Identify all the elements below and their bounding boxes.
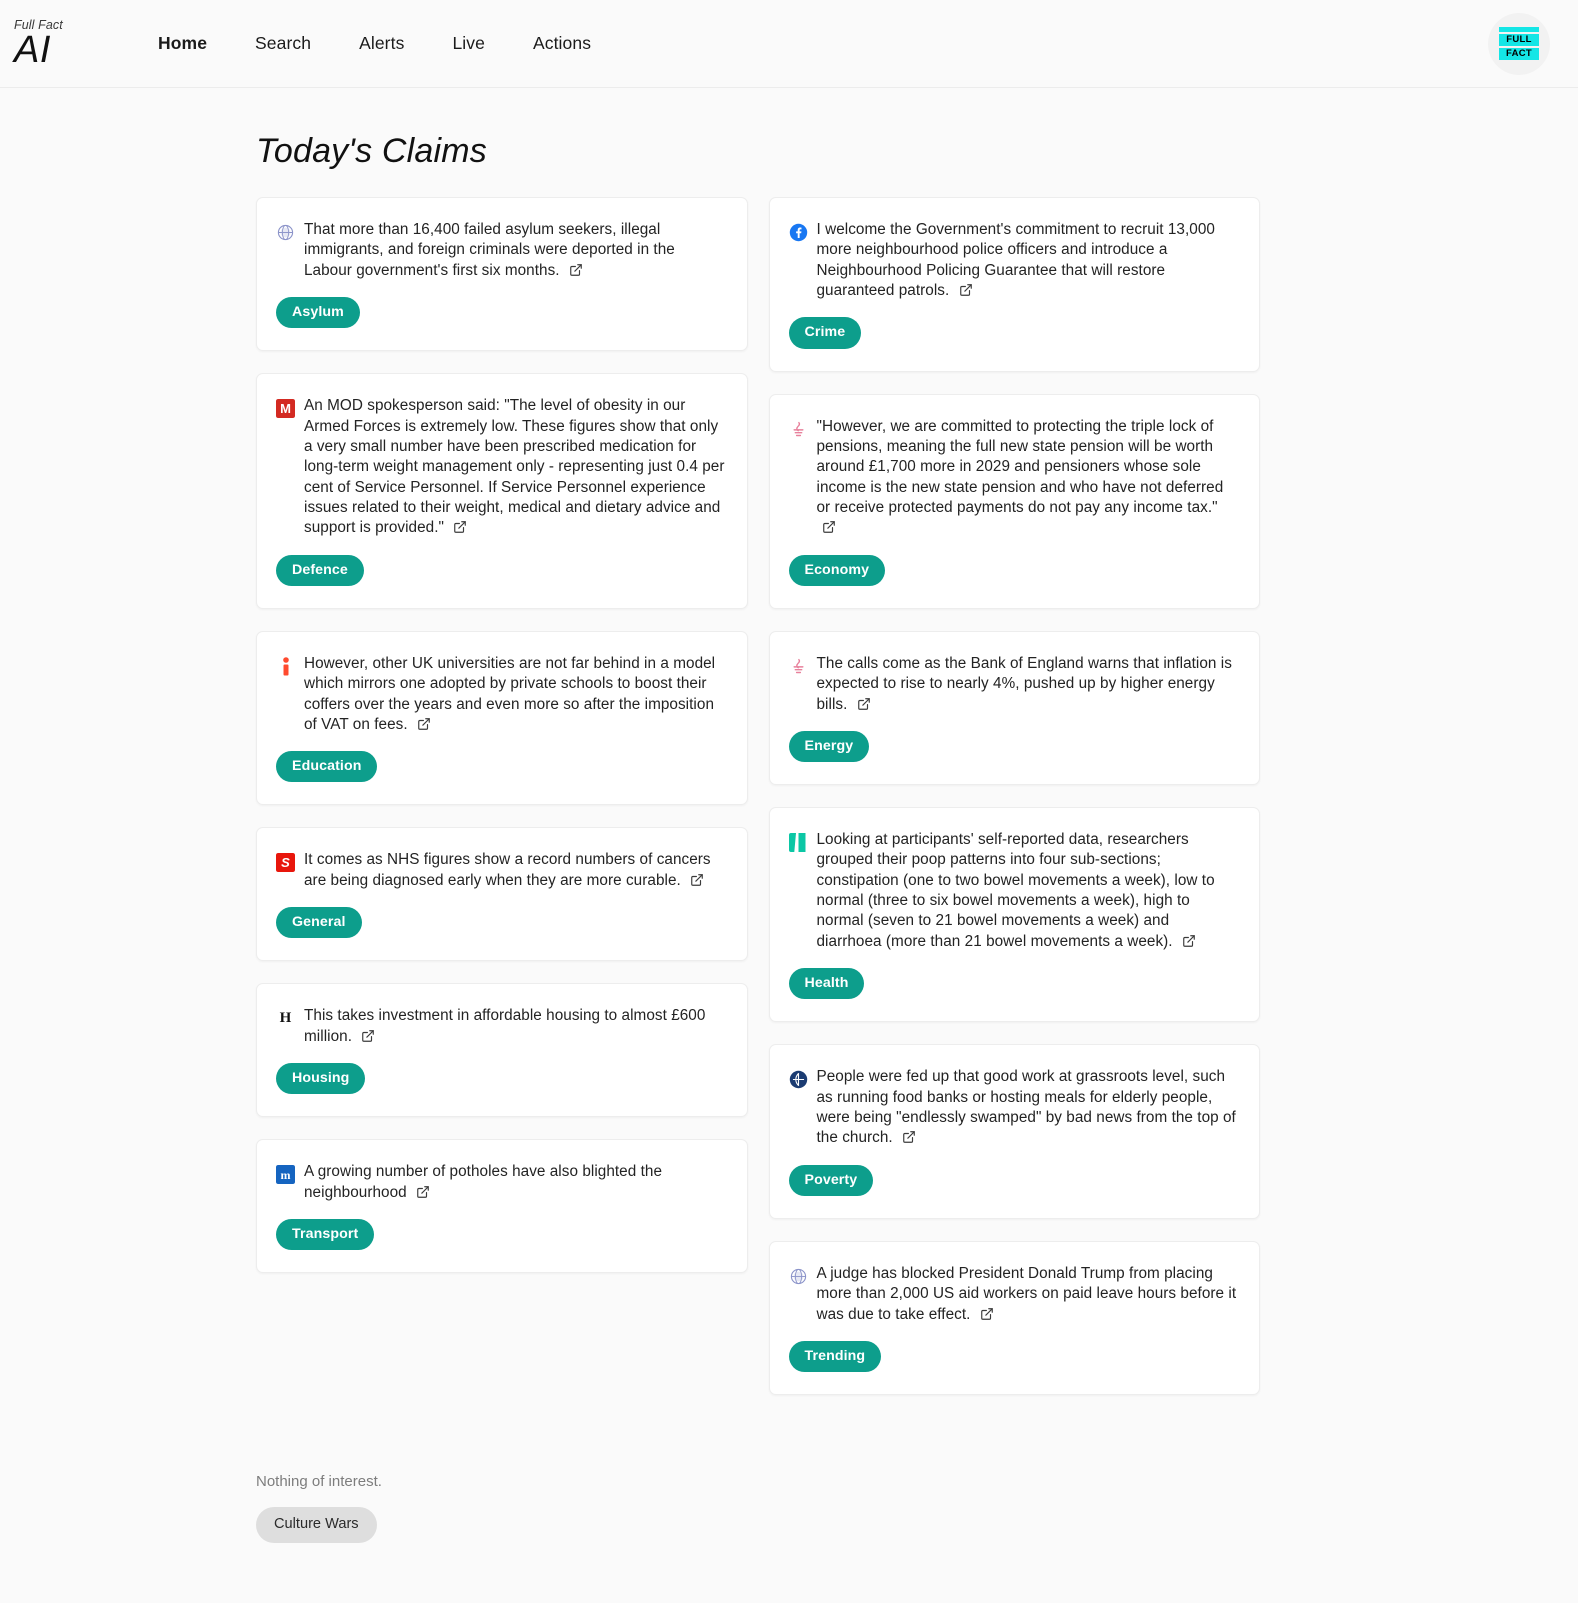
brand-name: AI xyxy=(14,29,51,72)
external-link-icon[interactable] xyxy=(1182,934,1196,948)
top-navigation-bar: Full Fact AI Home Search Alerts Live Act… xyxy=(0,0,1578,88)
claim-text: An MOD spokesperson said: "The level of … xyxy=(304,397,725,537)
claim-row: S It comes as NHS figures show a record n… xyxy=(276,850,725,891)
claim-row: A judge has blocked President Donald Tru… xyxy=(789,1264,1238,1325)
pink-logo-icon xyxy=(789,657,808,676)
claim-text: The calls come as the Bank of England wa… xyxy=(816,654,1232,713)
teal-bars-icon xyxy=(789,833,808,853)
page-content: Today's Claims That more than 16,400 fai… xyxy=(0,132,1578,1603)
claim-card[interactable]: S It comes as NHS figures show a record n… xyxy=(256,827,748,962)
claim-card[interactable]: H This takes investment in affordable hou… xyxy=(256,983,748,1118)
topic-tag[interactable]: Defence xyxy=(276,554,364,586)
external-link-icon[interactable] xyxy=(453,520,467,534)
main-nav: Home Search Alerts Live Actions xyxy=(134,27,615,60)
topic-tag[interactable]: Housing xyxy=(276,1063,366,1095)
external-link-icon[interactable] xyxy=(361,1029,375,1043)
claim-row: That more than 16,400 failed asylum seek… xyxy=(276,220,725,281)
claim-text: A growing number of potholes have also b… xyxy=(304,1163,663,1201)
logo-bar-top xyxy=(1499,27,1539,32)
brand-logo[interactable]: Full Fact AI xyxy=(14,19,106,72)
logo-text-full: FULL xyxy=(1506,34,1532,46)
external-link-icon[interactable] xyxy=(959,283,973,297)
nav-item-search[interactable]: Search xyxy=(231,27,335,60)
claim-text: Looking at participants' self-reported d… xyxy=(816,831,1215,950)
topic-tag[interactable]: Education xyxy=(276,751,378,783)
claim-text: It comes as NHS figures show a record nu… xyxy=(304,851,711,889)
nav-item-live[interactable]: Live xyxy=(428,27,509,60)
claim-card[interactable]: Looking at participants' self-reported d… xyxy=(768,807,1260,1023)
claim-text: This takes investment in affordable hous… xyxy=(304,1007,706,1045)
claim-card[interactable]: M An MOD spokesperson said: "The level of… xyxy=(256,373,748,609)
claim-text: That more than 16,400 failed asylum seek… xyxy=(304,221,675,279)
claim-text: People were fed up that good work at gra… xyxy=(816,1068,1236,1147)
claim-row: The calls come as the Bank of England wa… xyxy=(789,654,1238,715)
globe-icon xyxy=(789,1267,808,1286)
claim-row: M An MOD spokesperson said: "The level of… xyxy=(276,396,725,538)
men-m-icon: m xyxy=(276,1165,295,1185)
nav-item-alerts[interactable]: Alerts xyxy=(335,27,428,60)
external-link-icon[interactable] xyxy=(980,1307,994,1321)
claims-columns: That more than 16,400 failed asylum seek… xyxy=(0,197,1578,1417)
tag-culture-wars[interactable]: Culture Wars xyxy=(256,1507,377,1543)
external-link-icon[interactable] xyxy=(416,1185,430,1199)
facebook-icon xyxy=(789,223,808,242)
external-link-icon[interactable] xyxy=(417,717,431,731)
claim-row: "However, we are committed to protecting… xyxy=(789,417,1238,539)
external-link-icon[interactable] xyxy=(857,697,871,711)
claim-row: Looking at participants' self-reported d… xyxy=(789,830,1238,952)
claim-card[interactable]: I welcome the Government's commitment to… xyxy=(768,197,1260,372)
logo-text-fact: FACT xyxy=(1505,48,1532,60)
claim-card[interactable]: However, other UK universities are not f… xyxy=(256,630,748,806)
blue-circle-icon xyxy=(789,1070,808,1089)
topic-tag[interactable]: Crime xyxy=(788,317,862,349)
claim-row: I welcome the Government's commitment to… xyxy=(789,220,1238,301)
fullfact-logo-mark: FULL FACT xyxy=(1499,27,1539,60)
independent-i-icon xyxy=(276,657,295,676)
external-link-icon[interactable] xyxy=(690,873,704,887)
topic-tag[interactable]: Trending xyxy=(788,1340,882,1373)
claim-card[interactable]: People were fed up that good work at gra… xyxy=(768,1044,1260,1219)
claim-text: "However, we are committed to protecting… xyxy=(817,417,1238,539)
claim-card[interactable]: That more than 16,400 failed asylum seek… xyxy=(256,197,748,352)
topic-tag[interactable]: Economy xyxy=(788,554,886,586)
empty-state-text: Nothing of interest. xyxy=(256,1473,382,1491)
topic-tag[interactable]: Transport xyxy=(276,1218,375,1251)
globe-icon xyxy=(276,223,295,242)
claim-row: m A growing number of potholes have also … xyxy=(276,1162,725,1203)
topic-tag[interactable]: Asylum xyxy=(276,297,360,329)
mod-m-icon: M xyxy=(276,399,295,419)
claim-row: H This takes investment in affordable hou… xyxy=(276,1006,725,1047)
sun-s-icon: S xyxy=(276,853,295,873)
claim-row: People were fed up that good work at gra… xyxy=(789,1067,1238,1148)
claim-text: A judge has blocked President Donald Tru… xyxy=(816,1264,1237,1323)
empty-state-block: Nothing of interest. Culture Wars xyxy=(256,1473,1578,1543)
logo-row-fact: FACT xyxy=(1499,48,1539,60)
claim-card[interactable]: A judge has blocked President Donald Tru… xyxy=(768,1240,1260,1396)
claims-column-right: I welcome the Government's commitment to… xyxy=(768,197,1260,1417)
claims-column-left: That more than 16,400 failed asylum seek… xyxy=(256,197,748,1295)
claim-card[interactable]: "However, we are committed to protecting… xyxy=(768,393,1260,609)
nav-item-actions[interactable]: Actions xyxy=(509,27,615,60)
external-link-icon[interactable] xyxy=(902,1130,916,1144)
external-link-icon[interactable] xyxy=(822,520,836,534)
topic-tag[interactable]: General xyxy=(276,907,362,939)
claim-row: However, other UK universities are not f… xyxy=(276,654,725,735)
page-title: Today's Claims xyxy=(256,132,488,170)
claim-text: I welcome the Government's commitment to… xyxy=(816,221,1215,300)
external-link-icon[interactable] xyxy=(569,263,583,277)
topic-tag[interactable]: Energy xyxy=(788,730,870,763)
logo-row-full: FULL xyxy=(1499,34,1539,46)
topic-tag[interactable]: Poverty xyxy=(788,1164,874,1196)
topic-tag[interactable]: Health xyxy=(788,968,865,1000)
pink-logo-icon xyxy=(789,420,808,439)
herald-h-icon: H xyxy=(279,1010,292,1027)
fullfact-logo[interactable]: FULL FACT xyxy=(1488,12,1550,75)
claim-card[interactable]: m A growing number of potholes have also … xyxy=(256,1139,748,1274)
nav-item-home[interactable]: Home xyxy=(134,27,231,60)
claim-text: However, other UK universities are not f… xyxy=(304,654,716,733)
claim-card[interactable]: The calls come as the Bank of England wa… xyxy=(768,630,1260,786)
